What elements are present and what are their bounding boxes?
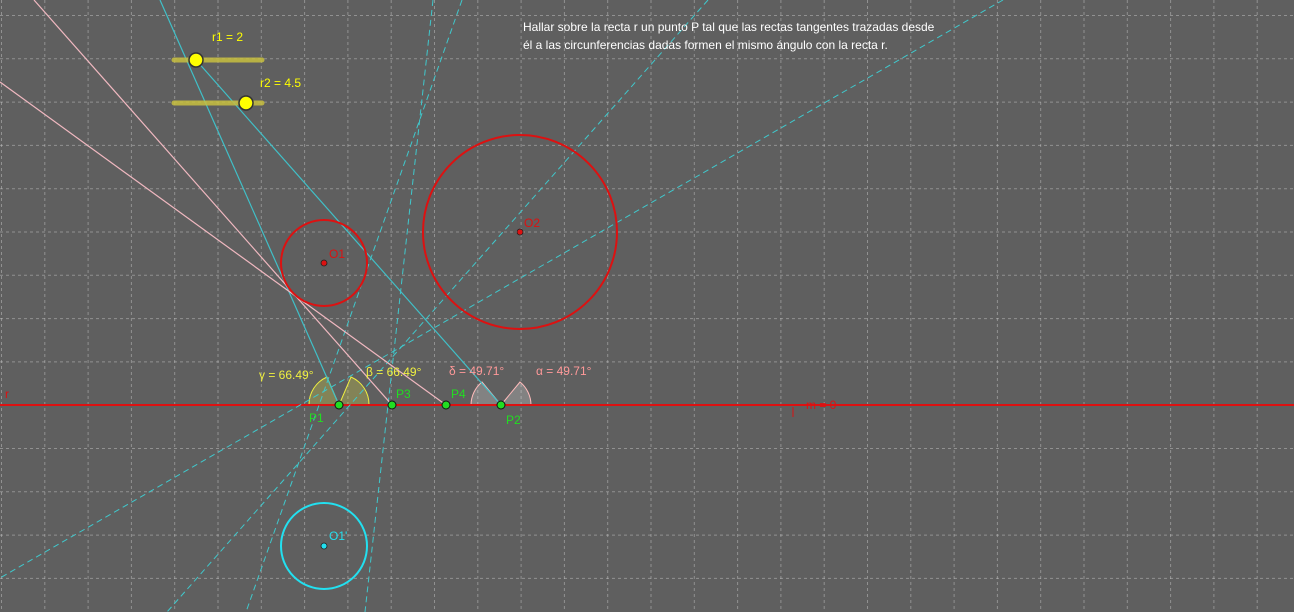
label-P3: P3	[396, 387, 411, 401]
label-O2: O2	[524, 216, 540, 230]
slider-r2[interactable]: r2 = 4.5	[171, 76, 301, 111]
angle-alpha-sector	[499, 381, 532, 406]
point-P1[interactable]	[334, 400, 344, 410]
point-P4[interactable]	[441, 400, 451, 410]
label-angle-gamma: γ = 66.49°	[259, 368, 314, 382]
label-angle-beta: β = 66.49°	[366, 365, 422, 379]
label-P4: P4	[451, 387, 466, 401]
tangent-dashed-3[interactable]	[166, 0, 709, 612]
problem-statement: Hallar sobre la recta r un punto P tal q…	[523, 18, 953, 54]
slider-r2-label: r2 = 4.5	[260, 76, 301, 90]
label-O1: O1	[329, 247, 345, 261]
center-O1[interactable]	[320, 259, 328, 267]
tangent-dashed-1[interactable]	[245, 0, 463, 612]
problem-statement-line-2: él a las circunferencias dadas formen el…	[523, 38, 888, 52]
construction-svg[interactable]: O1 O2 O1' P1 P3 P4 P2 γ = 66.49° β = 66.…	[0, 0, 1294, 612]
label-P2: P2	[506, 413, 521, 427]
point-P3[interactable]	[387, 400, 397, 410]
tangent-dashed-2[interactable]	[364, 0, 434, 612]
label-O1-reflected: O1'	[329, 529, 347, 543]
tangent-pink-2[interactable]	[0, 81, 447, 406]
slider-r1-label: r1 = 2	[212, 30, 243, 44]
center-O2[interactable]	[516, 228, 524, 236]
label-P1: P1	[309, 411, 324, 425]
point-P2[interactable]	[496, 400, 506, 410]
angle-delta-sector	[470, 381, 503, 406]
slider-r2-handle[interactable]	[238, 95, 254, 111]
label-line-r: r	[5, 387, 9, 401]
slider-r1-handle[interactable]	[188, 52, 204, 68]
grid	[0, 0, 1294, 612]
label-angle-alpha: α = 49.71°	[536, 364, 592, 378]
label-line-r-equation: m = 0	[806, 398, 837, 412]
center-O1-reflected[interactable]	[320, 542, 328, 550]
problem-statement-line-1: Hallar sobre la recta r un punto P tal q…	[523, 20, 935, 34]
geometry-canvas[interactable]: O1 O2 O1' P1 P3 P4 P2 γ = 66.49° β = 66.…	[0, 0, 1294, 612]
label-angle-delta: δ = 49.71°	[449, 364, 504, 378]
